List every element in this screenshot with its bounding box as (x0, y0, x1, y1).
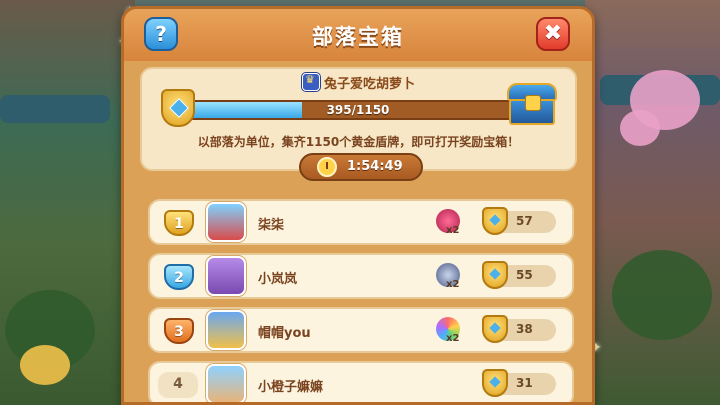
tribe-crown-icon (301, 73, 320, 91)
leaderboard-row[interactable]: 4 小橙子嫲嫲 31 (148, 361, 574, 402)
player-name: 帽帽you (258, 326, 311, 341)
gold-shield-icon (482, 207, 508, 235)
heart-gem-icon: x2 (434, 207, 464, 237)
shield-count-value: 55 (516, 268, 533, 282)
leaderboard-list[interactable]: 1 柒柒 x2 57 2 小岚岚 x2 55 3 帽帽you x2 38 4 小… (124, 189, 592, 402)
timer-text: 1:54:49 (347, 159, 403, 174)
shield-count: 38 (482, 315, 556, 343)
player-name: 柒柒 (258, 218, 285, 233)
bell-bomb-icon: x2 (434, 261, 464, 291)
shield-count: 57 (482, 207, 556, 235)
avatar[interactable] (206, 364, 246, 402)
page-title: 部落宝箱 (312, 25, 404, 49)
gold-shield-icon (482, 369, 508, 397)
tribe-chest-panel: ? 部落宝箱 ✖ 兔子爱吃胡萝卜 395/1150 以部落为单位，集齐1150个… (121, 6, 595, 405)
leaderboard-row[interactable]: 2 小岚岚 x2 55 (148, 253, 574, 299)
tribe-name: 兔子爱吃胡萝卜 (323, 77, 415, 92)
gold-shield-icon (161, 89, 195, 127)
countdown-timer: 1:54:49 (299, 153, 423, 181)
reward-count: x2 (446, 225, 460, 236)
shield-count-value: 38 (516, 322, 533, 336)
progress-bar: 395/1150 (178, 100, 538, 120)
background-blossom (620, 110, 660, 146)
rank-number: 4 (158, 372, 198, 398)
treasure-chest-icon[interactable] (507, 83, 557, 127)
alarm-clock-icon (317, 157, 337, 177)
player-name: 小岚岚 (258, 272, 298, 287)
progress-text: 395/1150 (326, 103, 390, 117)
background-town-right (585, 0, 720, 405)
shield-count: 31 (482, 369, 556, 397)
panel-header: ? 部落宝箱 ✖ (124, 9, 592, 61)
reward-count: x2 (446, 279, 460, 290)
leaderboard-row[interactable]: 1 柒柒 x2 57 (148, 199, 574, 245)
chest-description: 以部落为单位，集齐1150个黄金盾牌，即可打开奖励宝箱！ (197, 135, 520, 149)
rank-badge-gold: 1 (164, 210, 194, 236)
avatar[interactable] (206, 202, 246, 242)
avatar[interactable] (206, 256, 246, 296)
player-name: 小橙子嫲嫲 (258, 380, 324, 395)
leaderboard-row[interactable]: 3 帽帽you x2 38 (148, 307, 574, 353)
close-button[interactable]: ✖ (536, 17, 570, 51)
rank-badge-bronze: 3 (164, 318, 194, 344)
background-blossom (20, 345, 70, 385)
shield-count-value: 57 (516, 214, 533, 228)
background-roof (0, 95, 110, 123)
gold-shield-icon (482, 261, 508, 289)
rank-badge-silver: 2 (164, 264, 194, 290)
shield-count: 55 (482, 261, 556, 289)
reward-count: x2 (446, 333, 460, 344)
gold-shield-icon (482, 315, 508, 343)
avatar[interactable] (206, 310, 246, 350)
rainbow-orb-icon: x2 (434, 315, 464, 345)
background-tree (612, 250, 712, 340)
shield-count-value: 31 (516, 376, 533, 390)
